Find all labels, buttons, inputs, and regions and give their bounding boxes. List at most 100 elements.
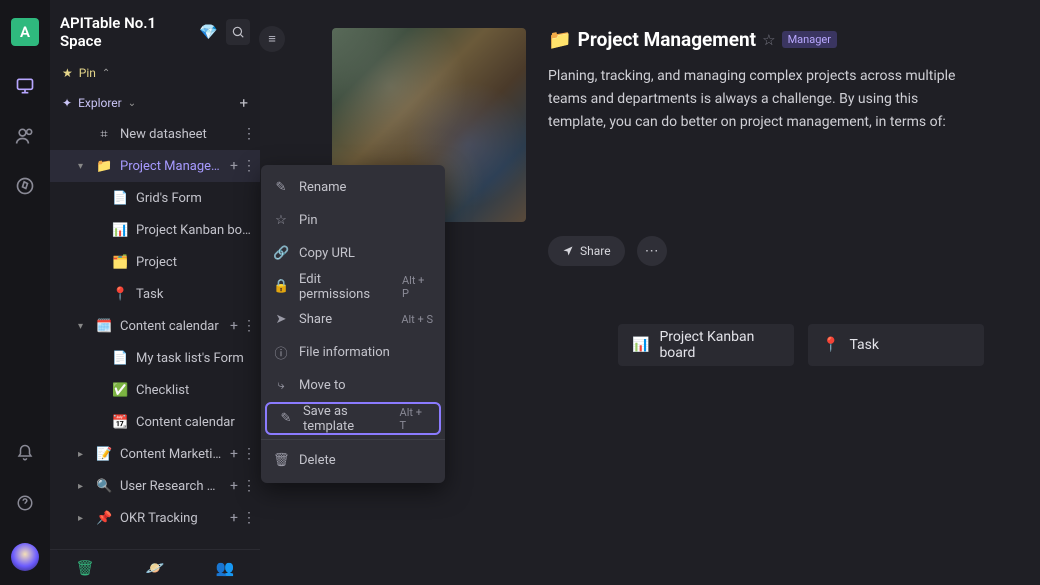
chevron-up-icon: ⌃ [102,68,110,79]
node-label: OKR Tracking [120,511,222,526]
tree-item[interactable]: ✅ Checklist [50,374,260,406]
gem-icon: 💎 [199,23,218,41]
add-icon[interactable]: + [230,318,238,334]
ctx-rename[interactable]: ✎Rename [261,171,445,204]
add-icon[interactable]: + [230,158,238,174]
tree-item[interactable]: 📍 Task [50,278,260,310]
collapse-sidebar-button[interactable]: ≡ [259,26,285,52]
trash-icon[interactable]: 🗑 [76,559,95,577]
ctx-move-to[interactable]: ⤷Move to [261,369,445,402]
ctx-edit-permissions[interactable]: 🔒Edit permissionsAlt + P [261,270,445,303]
trash-icon: 🗑 [273,453,289,468]
share-button[interactable]: Share [548,236,625,266]
node-label: Task [136,287,256,302]
folder-icon: 📁 [548,28,572,51]
node-label: Project [136,255,256,270]
tree-item[interactable]: ▸ 📝 Content Marketing for SEO +⋮ [50,438,260,470]
caret-icon: ▾ [78,321,88,332]
left-rail: A [0,0,50,585]
pencil-icon: ✎ [273,180,289,195]
tree-item[interactable]: 📄My task list's Form [50,342,260,374]
ctx-pin[interactable]: ☆Pin [261,204,445,237]
notifications-icon[interactable] [15,443,35,463]
workspace-avatar[interactable]: A [11,18,39,46]
ctx-delete[interactable]: 🗑Delete [261,444,445,477]
caret-icon: ▸ [78,513,88,524]
node-icon: ✅ [112,383,128,398]
tree-item[interactable]: ▾📁Project Management+⋮ [50,150,260,182]
folder-description: Planing, tracking, and managing complex … [548,65,968,134]
node-label: Content Marketing for SEO [120,447,222,462]
tree-item[interactable]: 🗂️Project [50,246,260,278]
node-icon: 📁 [96,159,112,174]
card-label: Task [849,337,879,353]
ctx-save-template[interactable]: ✎Save as templateAlt + T [265,402,441,435]
link-icon: 🔗 [273,246,289,261]
role-badge: Manager [782,31,837,48]
node-label: Content calendar [136,415,256,430]
search-button[interactable] [226,19,250,45]
add-icon[interactable]: + [230,446,238,462]
context-menu: ✎Rename ☆Pin 🔗Copy URL 🔒Edit permissions… [261,165,445,483]
workbench-icon[interactable] [15,76,35,96]
contacts-icon[interactable] [15,126,35,146]
more-icon[interactable]: ⋮ [242,510,256,526]
node-icon: 📌 [96,511,112,526]
star-icon: ★ [62,66,73,80]
new-datasheet-label: New datasheet [120,127,234,142]
grid-icon: ⌗ [96,127,112,142]
new-datasheet[interactable]: ⌗ New datasheet ⋮ [50,118,260,150]
user-avatar[interactable] [11,543,39,571]
pin-section[interactable]: ★ Pin ⌃ [50,60,260,86]
space-title[interactable]: APITable No.1 Space [60,14,191,50]
more-icon[interactable]: ⋮ [242,318,256,334]
tree-item[interactable]: 📊Project Kanban board [50,214,260,246]
tree-item[interactable]: ▸🔍User Research Manageme...+⋮ [50,470,260,502]
tree-item[interactable]: 📄Grid's Form [50,182,260,214]
more-button[interactable]: ⋯ [637,236,667,266]
explorer-section[interactable]: ✦ Explorer ⌄ + [50,86,260,118]
tree-item[interactable]: ▸ 📌 OKR Tracking +⋮ [50,502,260,534]
caret-icon: ▸ [78,481,88,492]
node-icon: 📝 [96,447,112,462]
planet-icon[interactable]: 🪐 [146,559,165,577]
child-card[interactable]: 📊 Project Kanban board [618,324,794,366]
tree-item[interactable]: ▾🗓️Content calendar+⋮ [50,310,260,342]
add-icon[interactable]: + [230,478,238,494]
card-icon: 📍 [822,337,839,353]
ctx-file-info[interactable]: ⓘFile information [261,336,445,369]
card-icon: 📊 [632,337,649,353]
more-icon[interactable]: ⋮ [242,126,256,142]
template-icon: ✎ [279,411,293,426]
node-icon: 📄 [112,351,128,366]
node-label: Checklist [136,383,256,398]
help-icon[interactable] [15,493,35,513]
discover-icon[interactable] [15,176,35,196]
people-icon[interactable]: 👥 [216,559,235,577]
node-label: Grid's Form [136,191,256,206]
tree-item[interactable]: 📆 Content calendar [50,406,260,438]
child-card[interactable]: 📍 Task [808,324,984,366]
info-icon: ⓘ [273,343,289,362]
lock-icon: 🔒 [273,279,289,294]
card-label: Project Kanban board [659,329,780,361]
sidebar-footer: 🗑 🪐 👥 [50,549,260,585]
node-icon: 📍 [112,287,128,302]
ctx-copy-url[interactable]: 🔗Copy URL [261,237,445,270]
ctx-share[interactable]: ➤ShareAlt + S [261,303,445,336]
more-icon[interactable]: ⋮ [242,158,256,174]
more-icon[interactable]: ⋮ [242,446,256,462]
node-label: Content calendar [120,319,222,334]
add-node-button[interactable]: + [239,94,248,112]
page-title[interactable]: Project Management [578,28,756,51]
node-icon: 📆 [112,415,128,430]
node-label: Project Kanban board [136,223,256,238]
tree: ⌗ New datasheet ⋮ ▾📁Project Management+⋮… [50,118,260,585]
more-icon[interactable]: ⋮ [242,478,256,494]
node-label: Project Management [120,159,222,174]
node-label: User Research Manageme... [120,479,222,494]
star-outline-icon[interactable]: ☆ [762,31,775,49]
sidebar: APITable No.1 Space 💎 ★ Pin ⌃ ✦ Explorer… [50,0,260,585]
caret-icon: ▸ [78,449,88,460]
add-icon[interactable]: + [230,510,238,526]
